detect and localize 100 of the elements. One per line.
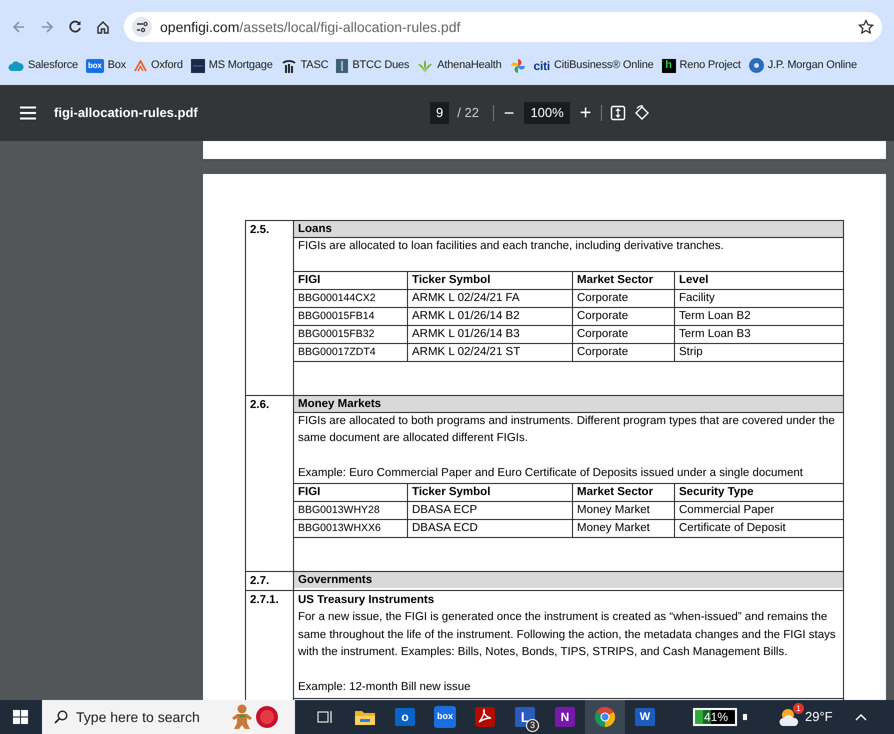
table-cell: Facility: [674, 290, 843, 306]
outlook-icon: o: [395, 708, 415, 726]
menu-icon[interactable]: [20, 106, 36, 120]
bookmark[interactable]: BTCC Dues: [336, 57, 410, 74]
cloud-icon: [8, 60, 24, 72]
table-cell-text: BBG0013WHY28: [297, 503, 381, 518]
taskbar-app[interactable]: box: [425, 700, 465, 734]
column-header: Ticker Symbol: [407, 484, 572, 501]
square-icon: [190, 58, 205, 72]
column-header: FIGI: [297, 485, 322, 500]
table-cell: ARMK L 01/26/14 B3: [407, 326, 572, 342]
count-badge: 3: [526, 719, 539, 732]
section-heading: Governments: [294, 572, 843, 588]
paragraph: Example: 12-month Bill new issue: [297, 680, 472, 695]
table-cell-text: BBG00015FB14: [297, 308, 376, 324]
column-header: Market Sector: [572, 484, 674, 501]
table-cell: ARMK L 02/24/21 ST: [407, 344, 572, 360]
section-number: 2.6.: [249, 398, 270, 412]
table-cell: Certificate of Deposit: [674, 520, 843, 537]
section-heading: Money Markets: [294, 396, 843, 412]
box-logo-icon: box: [86, 58, 104, 72]
table-cell: DBASA ECP: [407, 502, 572, 519]
h-logo-icon: h: [662, 58, 676, 72]
bookmark[interactable]: Oxford: [134, 57, 183, 74]
table-cell-text: BBG00017ZDT4: [297, 344, 377, 360]
bookmark[interactable]: AthenaHealth: [417, 57, 502, 74]
reload-icon[interactable]: [68, 20, 82, 34]
bookmark[interactable]: box Box: [86, 57, 126, 74]
bookmark[interactable]: Salesforce: [8, 57, 78, 74]
table-cell-text: BBG0013WHXX6: [297, 521, 382, 536]
section-number: 2.5.: [249, 223, 270, 238]
column-header: Market Sector: [572, 272, 674, 288]
table-cell: Corporate: [572, 326, 674, 342]
gingerbread-icon: [231, 704, 253, 730]
bookmark[interactable]: h Reno Project: [662, 57, 741, 74]
zoom-field[interactable]: 100%: [524, 102, 570, 124]
bars-icon: [280, 58, 297, 72]
chrome-icon: [594, 706, 616, 728]
table-cell: Strip: [674, 344, 843, 360]
rotate-icon[interactable]: [634, 105, 650, 121]
table-cell: Commercial Paper: [674, 502, 843, 519]
file-name: figi-allocation-rules.pdf: [54, 104, 198, 122]
bookmark[interactable]: citi CitiBusiness® Online: [534, 57, 654, 74]
column-header: Ticker Symbol: [407, 272, 572, 288]
page-count: / 22: [457, 104, 479, 122]
zoom-in-button[interactable]: +: [578, 102, 594, 124]
paragraph: For a new issue, the FIGI is generated once the instrument is created as “when-issued” and remains the same throughout the life of the instrument. Following the action, the metadata changes and the FIGI stays with the instrument. Examples: Bills, Notes, Bonds, TIPS, STRIPS, and Cash Management Bills.: [297, 610, 837, 660]
home-icon[interactable]: [96, 20, 110, 34]
citi-logo-icon: citi: [534, 58, 550, 72]
chevron-up-icon[interactable]: [854, 713, 867, 721]
taskbar-search-field[interactable]: Type here to search: [42, 700, 225, 734]
peak-icon: [134, 60, 147, 72]
battery-percentage: 41%: [703, 710, 730, 724]
search-icon: [54, 710, 68, 724]
address-bar[interactable]: openfigi.com/assets/local/figi-allocation-rules.pdf: [124, 12, 882, 42]
table-cell: Corporate: [572, 290, 674, 306]
task-view-icon: [317, 709, 333, 725]
section-number: 2.7.1.: [249, 593, 280, 608]
column-header: Security Type: [674, 484, 843, 501]
table-cell: Term Loan B3: [674, 326, 843, 342]
fit-page-icon[interactable]: [610, 105, 626, 121]
site-info-icon[interactable]: [132, 17, 152, 37]
paragraph: Example: Euro Commercial Paper and Euro Certificate of Deposits issued under a single document: [297, 466, 804, 480]
column-header: Level: [674, 272, 843, 288]
subsection-heading: US Treasury Instruments: [297, 593, 436, 608]
bookmark[interactable]: TASC: [280, 57, 328, 74]
taskbar-app[interactable]: W: [625, 700, 665, 734]
table-cell: Money Market: [572, 502, 674, 519]
page-number-field[interactable]: 9: [430, 102, 450, 124]
bookmark[interactable]: J.P. Morgan Online: [748, 57, 857, 74]
bookmark[interactable]: MS Mortgage: [190, 57, 273, 74]
section-heading: Loans: [294, 221, 843, 238]
alert-badge: 1: [793, 703, 804, 714]
zoom-out-button[interactable]: −: [502, 102, 516, 124]
url-text: openfigi.com/assets/local/figi-allocation-rules.pdf: [160, 18, 462, 37]
table-cell: ARMK L 01/26/14 B2: [407, 308, 572, 324]
box-logo-icon: box: [434, 706, 456, 728]
table-cell: ARMK L 02/24/21 FA: [407, 290, 572, 306]
leaf-icon: [417, 58, 434, 72]
table-cell: Corporate: [572, 308, 674, 324]
taskbar-app[interactable]: o: [385, 700, 425, 734]
pinwheel-icon[interactable]: [510, 58, 526, 74]
folder-icon: [355, 709, 375, 725]
table-cell: DBASA ECD: [407, 520, 572, 537]
bookmark-star-icon[interactable]: [858, 19, 874, 35]
tile-icon: [336, 58, 348, 72]
section-number: 2.7.: [249, 574, 270, 589]
weather-cloud-icon: [779, 706, 801, 728]
word-icon: W: [635, 708, 655, 726]
table-cell: Money Market: [572, 520, 674, 537]
table-cell-text: BBG00015FB32: [297, 326, 376, 342]
paragraph: FIGIs are allocated to loan facilities and each tranche, including derivative tranches.: [297, 239, 725, 254]
table-cell: Term Loan B2: [674, 308, 843, 324]
onenote-icon: N: [555, 707, 575, 727]
paragraph: FIGIs are allocated to both programs and instruments. Different program types that are covered under the same document are allocated different FIGIs.: [297, 414, 836, 446]
table-cell-text: BBG000144CX2: [297, 290, 377, 306]
column-header: FIGI: [297, 272, 322, 288]
table-cell: Corporate: [572, 344, 674, 360]
acrobat-icon: [475, 707, 495, 727]
taskbar-app[interactable]: N: [545, 700, 585, 734]
